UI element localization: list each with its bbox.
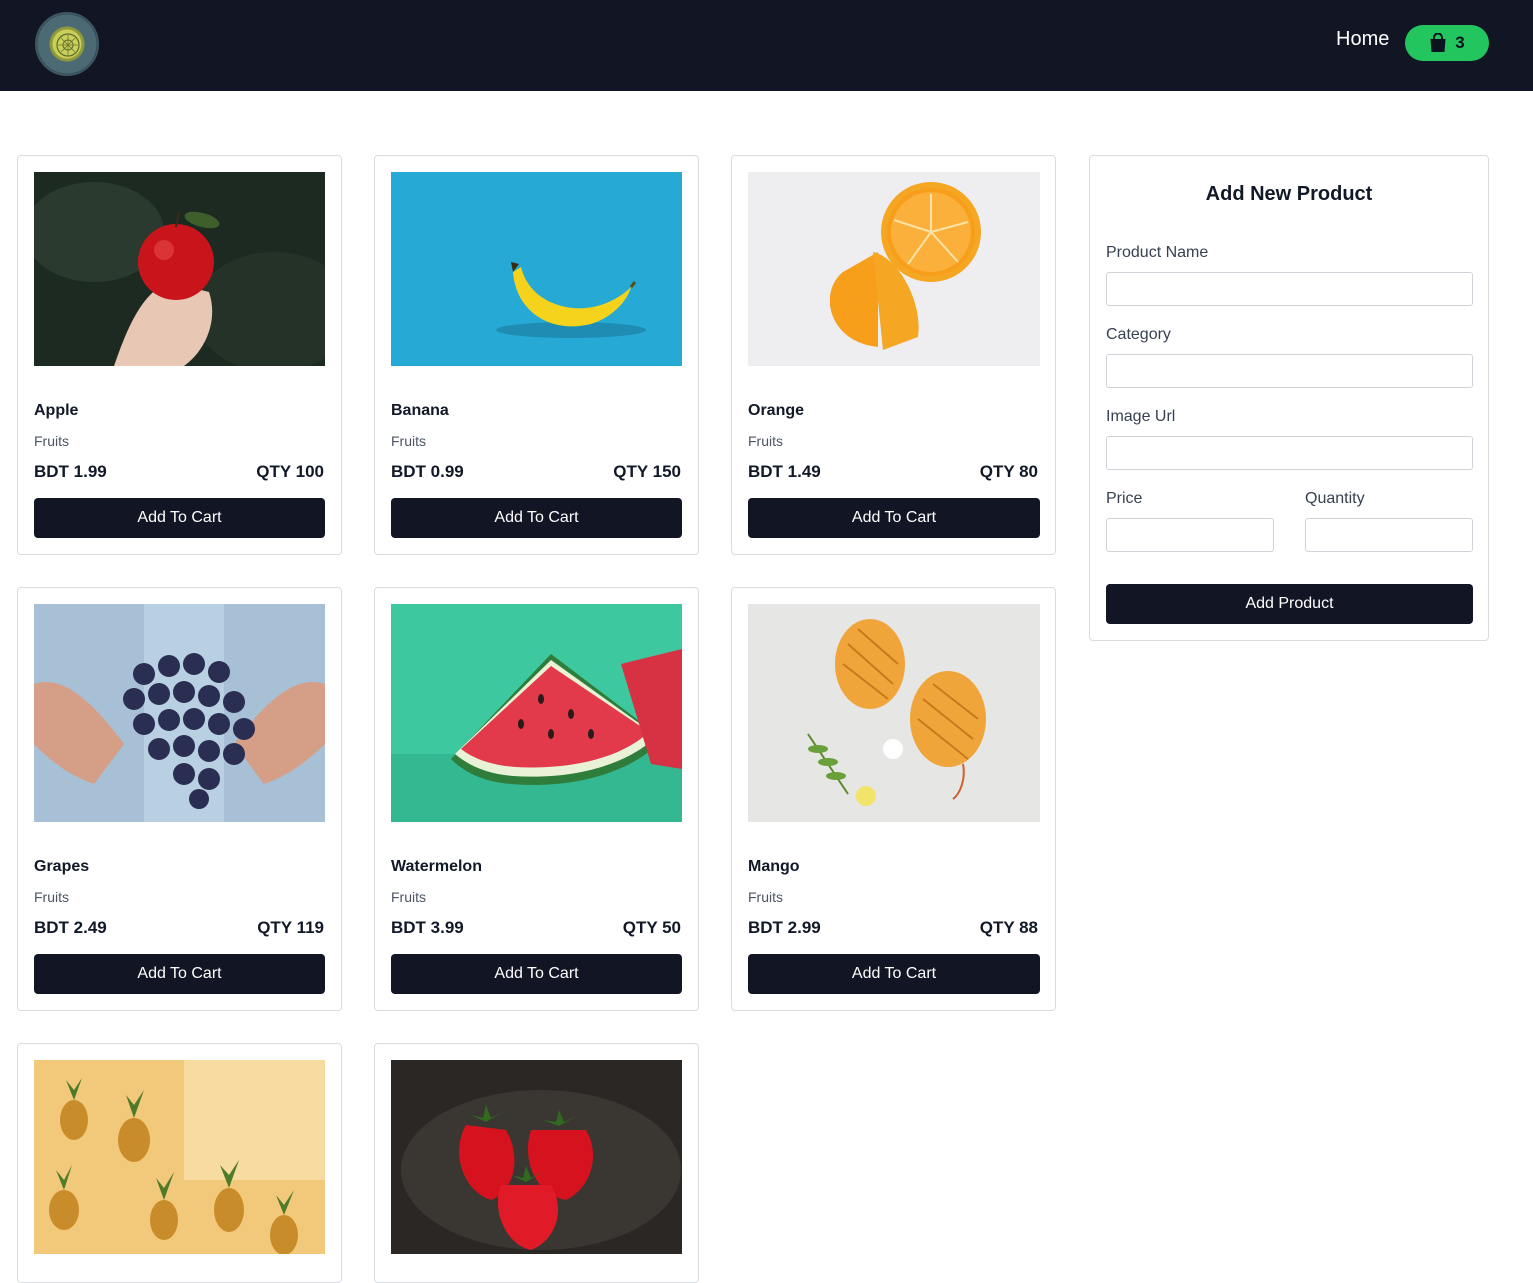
product-qty: QTY 119 — [257, 918, 324, 937]
product-category: Fruits — [748, 433, 783, 449]
product-card-grapes: Grapes Fruits BDT 2.49 QTY 119 Add To Ca… — [17, 587, 342, 1011]
product-card-banana: Banana Fruits BDT 0.99 QTY 150 Add To Ca… — [374, 155, 699, 555]
product-card-pineapple — [17, 1043, 342, 1283]
add-to-cart-button[interactable]: Add To Cart — [391, 954, 682, 994]
price-input[interactable] — [1106, 518, 1274, 552]
add-product-form: Add New Product Product Name Category Im… — [1089, 155, 1489, 641]
techlab-logo[interactable] — [35, 12, 99, 76]
nav-home-link[interactable]: Home — [1336, 27, 1389, 51]
add-to-cart-button[interactable]: Add To Cart — [748, 498, 1040, 538]
add-to-cart-button[interactable]: Add To Cart — [391, 498, 682, 538]
product-price: BDT 1.99 — [34, 462, 107, 481]
product-image-watermelon — [391, 604, 682, 822]
product-qty: QTY 50 — [622, 918, 681, 937]
product-name: Orange — [748, 402, 805, 419]
product-image-grapes — [34, 604, 325, 822]
product-image-pineapple — [34, 1060, 325, 1254]
product-qty: QTY 80 — [979, 462, 1038, 481]
product-card-strawberry — [374, 1043, 699, 1283]
product-name: Grapes — [34, 858, 90, 875]
cart-count-badge: 3 — [1455, 33, 1465, 52]
product-name: Mango — [748, 858, 800, 875]
quantity-input[interactable] — [1305, 518, 1473, 552]
product-qty: QTY 88 — [979, 918, 1038, 937]
category-input[interactable] — [1106, 354, 1473, 388]
product-price: BDT 3.99 — [391, 918, 464, 937]
product-image-banana — [391, 172, 682, 366]
product-name-input[interactable] — [1106, 272, 1473, 306]
category-label: Category — [1106, 326, 1171, 343]
product-price: BDT 1.49 — [748, 462, 821, 481]
product-name: Apple — [34, 402, 79, 419]
product-image-orange — [748, 172, 1040, 366]
price-label: Price — [1106, 490, 1143, 507]
product-category: Fruits — [34, 889, 69, 905]
product-name-label: Product Name — [1106, 244, 1209, 261]
image-url-label: Image Url — [1106, 408, 1176, 425]
product-price: BDT 2.99 — [748, 918, 821, 937]
product-qty: QTY 100 — [256, 462, 324, 481]
logo-emblem-icon — [56, 33, 80, 57]
product-card-mango: Mango Fruits BDT 2.99 QTY 88 Add To Cart — [731, 587, 1056, 1011]
product-card-orange: Orange Fruits BDT 1.49 QTY 80 Add To Car… — [731, 155, 1056, 555]
add-to-cart-button[interactable]: Add To Cart — [34, 954, 325, 994]
product-image-strawberry — [391, 1060, 682, 1254]
product-price: BDT 0.99 — [391, 462, 464, 481]
add-to-cart-button[interactable]: Add To Cart — [748, 954, 1040, 994]
product-price: BDT 2.49 — [34, 918, 107, 937]
product-category: Fruits — [391, 889, 426, 905]
product-name: Banana — [391, 402, 449, 419]
add-to-cart-button[interactable]: Add To Cart — [34, 498, 325, 538]
product-qty: QTY 150 — [613, 462, 681, 481]
cart-button[interactable]: 3 — [1405, 25, 1489, 61]
product-category: Fruits — [391, 433, 426, 449]
product-card-apple: Apple Fruits BDT 1.99 QTY 100 Add To Car… — [17, 155, 342, 555]
form-title: Add New Product — [1205, 183, 1373, 205]
image-url-input[interactable] — [1106, 436, 1473, 470]
quantity-label: Quantity — [1305, 490, 1365, 507]
navbar: Home 3 — [0, 0, 1533, 91]
add-product-button[interactable]: Add Product — [1106, 584, 1473, 624]
shopping-bag-icon — [1430, 33, 1446, 52]
product-image-apple — [34, 172, 325, 366]
product-card-watermelon: Watermelon Fruits BDT 3.99 QTY 50 Add To… — [374, 587, 699, 1011]
product-image-mango — [748, 604, 1040, 822]
product-name: Watermelon — [391, 858, 482, 875]
product-category: Fruits — [748, 889, 783, 905]
product-category: Fruits — [34, 433, 69, 449]
